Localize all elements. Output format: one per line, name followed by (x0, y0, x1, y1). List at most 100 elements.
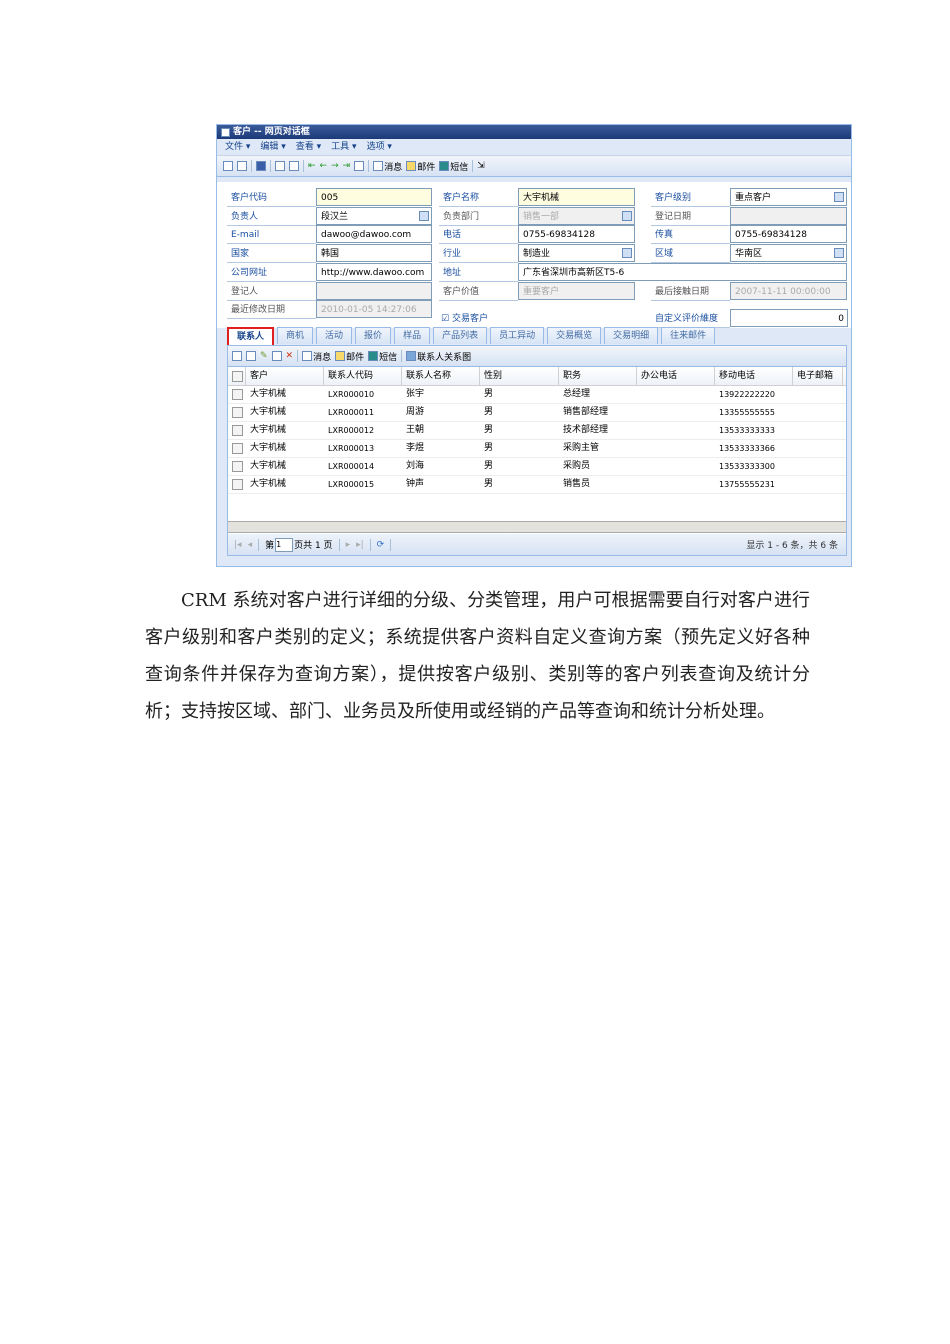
row-checkbox[interactable] (228, 404, 246, 421)
search-icon[interactable] (246, 351, 256, 361)
table-row[interactable]: 大宇机械 LXR000011 周游 男 销售部经理 13355555555 (228, 404, 846, 422)
tab[interactable]: 产品列表 (433, 327, 488, 344)
menu-item[interactable]: 文件 ▾ (225, 139, 250, 155)
print-icon[interactable] (289, 161, 299, 171)
next-icon[interactable]: → (331, 161, 339, 171)
table-row[interactable]: 大宇机械 LXR000013 李煜 男 采购主管 13533333366 (228, 440, 846, 458)
row-checkbox[interactable] (228, 458, 246, 475)
field-input[interactable]: 2010-01-05 14:27:06 (316, 300, 432, 319)
field-input[interactable]: http://www.dawoo.com (316, 262, 432, 281)
tab[interactable]: 商机 (277, 327, 314, 344)
lookup-icon[interactable] (622, 210, 632, 221)
menu-item[interactable]: 工具 ▾ (331, 139, 356, 155)
tab[interactable]: 报价 (355, 327, 392, 344)
lookup-icon[interactable] (419, 210, 429, 221)
message-button[interactable]: 消息 (302, 350, 331, 363)
tab[interactable]: 样品 (394, 327, 431, 344)
field-input[interactable]: 重点客户 (730, 188, 847, 206)
lookup-icon[interactable] (834, 192, 844, 202)
field-value: 2007-11-11 00:00:00 (735, 286, 831, 297)
field-input[interactable]: 0755-69834128 (518, 225, 635, 244)
menu-item[interactable]: 选项 ▾ (367, 139, 392, 155)
lookup-icon[interactable] (622, 248, 632, 259)
last-page-icon[interactable]: ▸| (356, 540, 364, 550)
field-input[interactable]: dawoo@dawoo.com (316, 225, 432, 244)
table-row[interactable]: 大宇机械 LXR000010 张宇 男 总经理 13922222220 (228, 386, 846, 404)
prev-page-icon[interactable]: ◂ (248, 540, 253, 550)
copy-icon[interactable] (237, 161, 247, 171)
field-value: 广东省深圳市高新区T5-6 (523, 267, 625, 278)
next-page-icon[interactable]: ▸ (346, 540, 351, 550)
grid-cell: 大宇机械 (250, 461, 287, 471)
field-input[interactable] (316, 281, 432, 300)
field-input[interactable]: 广东省深圳市高新区T5-6 (518, 262, 847, 281)
row-checkbox[interactable] (228, 367, 246, 385)
tab[interactable]: 员工异动 (490, 327, 545, 344)
lookup-icon[interactable] (834, 248, 844, 259)
refresh-icon[interactable]: ⟳ (377, 540, 385, 550)
horizontal-scrollbar[interactable] (228, 521, 846, 533)
grid-cell: LXR000011 (328, 408, 375, 417)
field-input[interactable]: 005 (316, 188, 432, 206)
table-row[interactable]: 大宇机械 LXR000015 钟声 男 销售员 13755555231 (228, 476, 846, 494)
sms-button[interactable]: 短信 (368, 350, 397, 363)
prev-icon[interactable]: ← (320, 161, 328, 171)
grid-cell: LXR000012 (328, 426, 375, 435)
new-icon[interactable] (232, 351, 242, 361)
grid-cell (637, 386, 715, 403)
field-input[interactable]: 段汉兰 (316, 206, 432, 225)
field-input[interactable]: 重要客户 (518, 281, 635, 300)
field-input[interactable]: 韩国 (316, 244, 432, 263)
field-label: 行业 (439, 245, 518, 264)
field-label: 客户名称 (439, 189, 518, 207)
relation-chart-button[interactable]: 联系人关系图 (406, 350, 471, 363)
grid-cell: 周游 (406, 407, 425, 417)
last-icon[interactable]: ⇥ (343, 161, 351, 171)
row-checkbox[interactable] (228, 386, 246, 403)
custom-rating-input[interactable]: 0 (730, 309, 848, 327)
field-input[interactable]: 大宇机械 (518, 188, 635, 206)
table-row[interactable]: 大宇机械 LXR000012 王朝 男 技术部经理 13533333333 (228, 422, 846, 440)
field-input[interactable]: 华南区 (730, 244, 847, 263)
first-page-icon[interactable]: |◂ (234, 540, 242, 550)
save-icon[interactable] (256, 161, 266, 171)
grid-cell: 销售员 (563, 479, 591, 489)
row-checkbox[interactable] (228, 476, 246, 493)
exit-icon[interactable]: ⇲ (477, 161, 485, 171)
tab[interactable]: 活动 (316, 327, 353, 344)
field-value: 华南区 (735, 249, 763, 260)
customer-form: ☑ 交易客户 自定义评价維度 0 客户代码 005 客户名称 大宇机械 客户级别 重点客户… (217, 182, 851, 328)
field-input[interactable]: 2007-11-11 00:00:00 (730, 281, 847, 300)
sms-button[interactable]: 短信 (439, 160, 468, 173)
table-row[interactable]: 大宇机械 LXR000014 刘海 男 采购员 13533333300 (228, 458, 846, 476)
field-input[interactable]: 0755-69834128 (730, 225, 847, 244)
mail-button[interactable]: 邮件 (406, 160, 435, 173)
delete-icon[interactable]: ✕ (286, 351, 294, 361)
new-icon[interactable] (223, 161, 233, 171)
field-input[interactable]: 销售一部 (518, 206, 635, 225)
tab[interactable]: 往来邮件 (661, 327, 716, 344)
preview-icon[interactable] (275, 161, 285, 171)
tab[interactable]: 联系人 (227, 327, 275, 347)
tab[interactable]: 交易概览 (547, 327, 602, 344)
page-input[interactable]: 1 (275, 537, 294, 552)
first-icon[interactable]: ⇤ (308, 161, 316, 171)
field-input[interactable] (730, 206, 847, 225)
message-button[interactable]: 消息 (373, 160, 402, 173)
copy-icon[interactable] (271, 351, 282, 361)
row-checkbox[interactable] (228, 422, 246, 439)
menu-item[interactable]: 编辑 ▾ (260, 139, 285, 155)
grid-cell: LXR000015 (328, 480, 375, 489)
field-input[interactable]: 制造业 (518, 244, 635, 263)
find-icon[interactable] (354, 161, 365, 171)
tab[interactable]: 交易明细 (604, 327, 659, 344)
grid-cell: 男 (484, 407, 494, 417)
trade-customer-checkbox[interactable]: ☑ 交易客户 (437, 310, 488, 328)
mail-button[interactable]: 邮件 (335, 350, 364, 363)
menu-item[interactable]: 查看 ▾ (296, 139, 321, 155)
field-value: 重点客户 (735, 193, 772, 203)
field-value: 2010-01-05 14:27:06 (321, 305, 417, 316)
edit-icon[interactable]: ✎ (260, 351, 268, 361)
column-header: 办公电话 (637, 367, 715, 385)
row-checkbox[interactable] (228, 440, 246, 457)
